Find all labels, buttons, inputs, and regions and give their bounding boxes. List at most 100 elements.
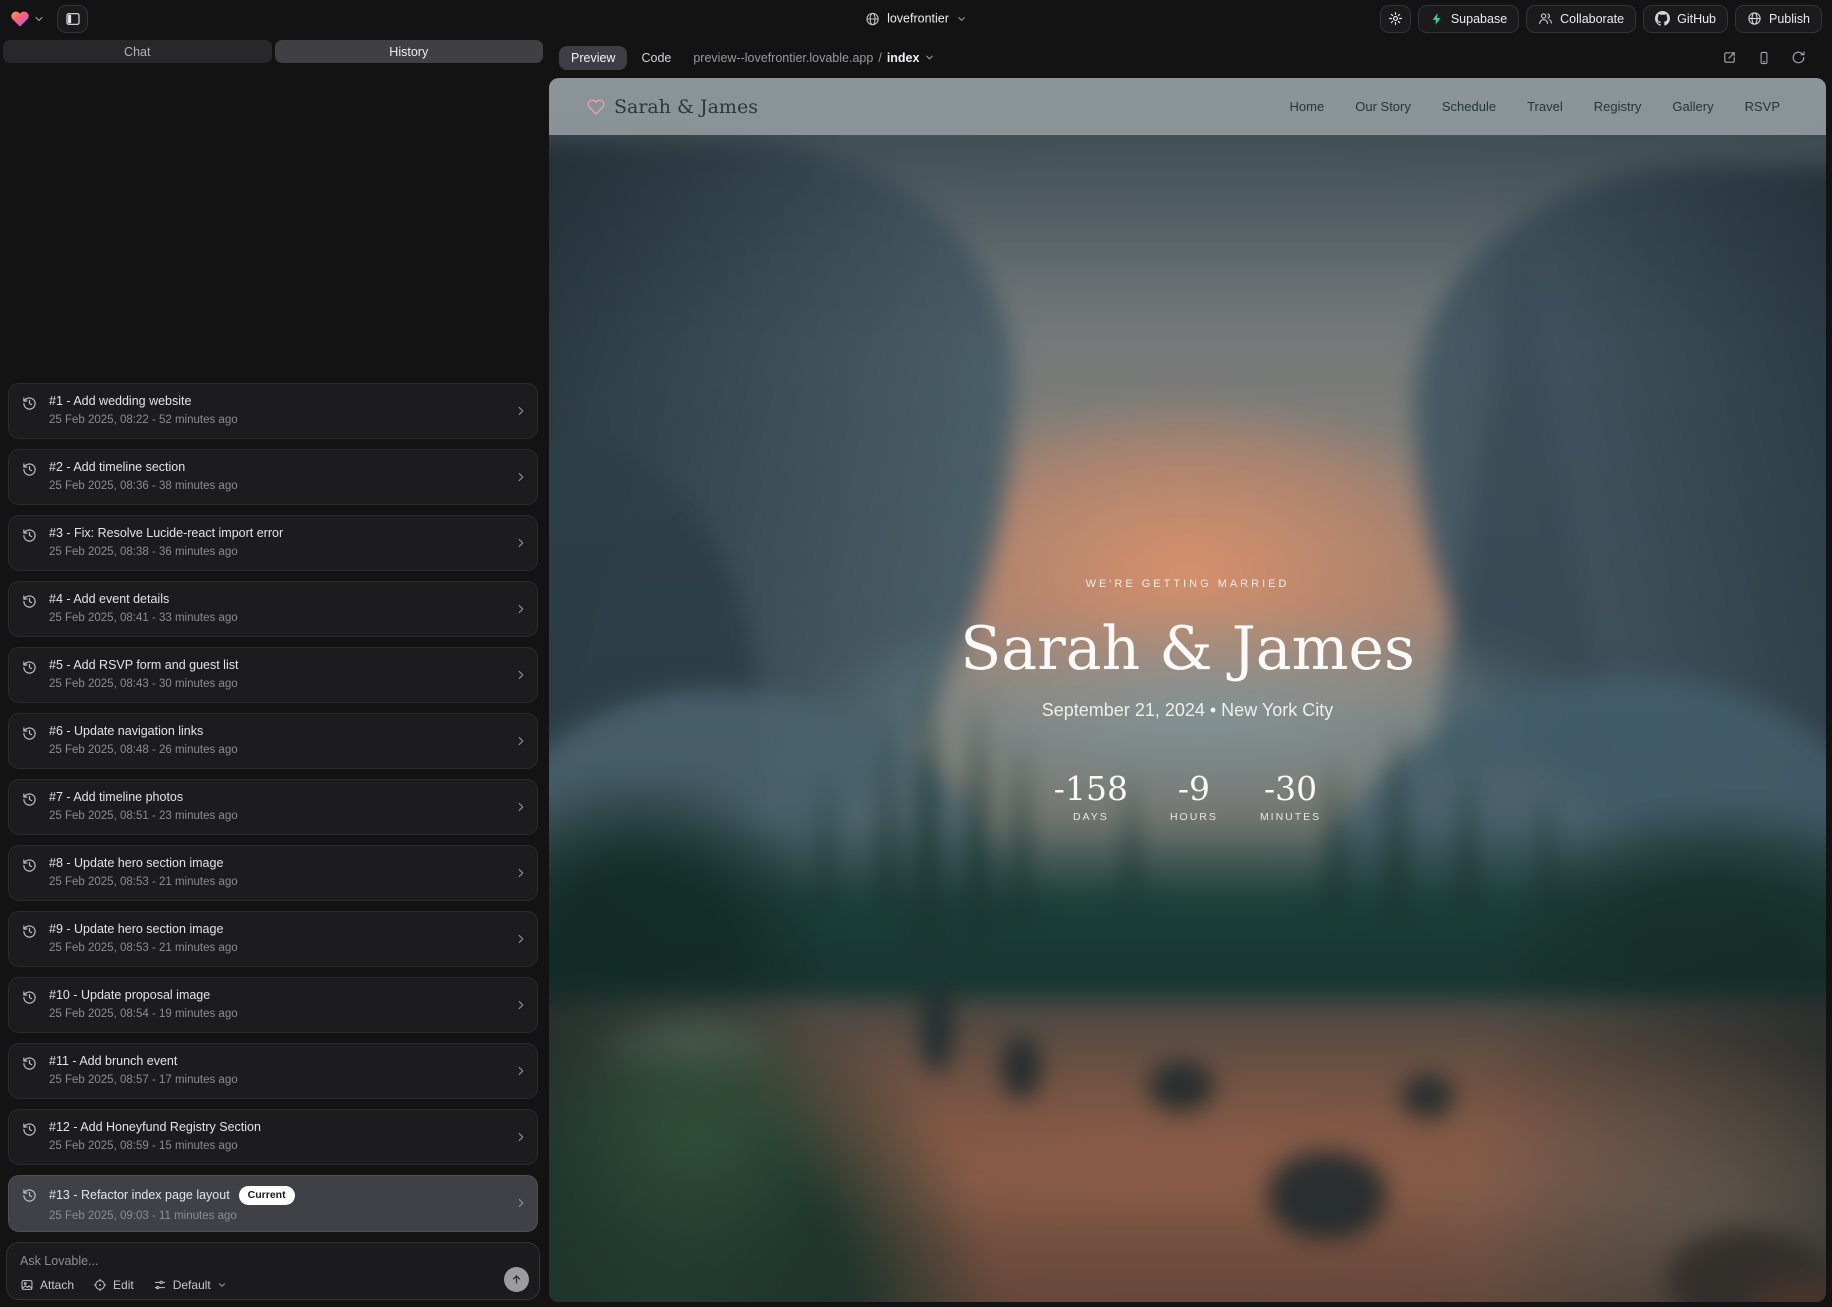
- countdown: -158DAYS -9HOURS -30 MINUTES: [1054, 769, 1321, 823]
- site-brand-name: Sarah & James: [614, 96, 758, 118]
- history-item[interactable]: #4 - Add event details 25 Feb 2025, 08:41…: [8, 581, 538, 637]
- external-link-icon: [1722, 50, 1737, 65]
- chevron-right-icon: [514, 866, 528, 880]
- history-item-title: #8 - Update hero section image: [49, 856, 223, 872]
- history-item-title: #3 - Fix: Resolve Lucide-react import er…: [49, 526, 283, 542]
- history-item-title: #7 - Add timeline photos: [49, 790, 183, 806]
- attach-button[interactable]: Attach: [20, 1278, 74, 1292]
- site-nav-link-schedule[interactable]: Schedule: [1442, 99, 1496, 114]
- chevron-right-icon: [514, 404, 528, 418]
- tab-history[interactable]: History: [275, 40, 544, 63]
- open-in-new-tab-button[interactable]: [1722, 50, 1737, 65]
- history-item[interactable]: #6 - Update navigation links25 Feb 2025,…: [8, 713, 538, 769]
- history-item[interactable]: #1 - Add wedding website25 Feb 2025, 08:…: [8, 383, 538, 439]
- history-item-timestamp: 25 Feb 2025, 08:48 - 26 minutes ago: [49, 744, 507, 756]
- url-page: index: [887, 51, 920, 65]
- chevron-right-icon: [514, 1064, 528, 1078]
- history-item-title: #12 - Add Honeyfund Registry Section: [49, 1120, 261, 1136]
- mobile-view-button[interactable]: [1757, 51, 1771, 65]
- github-icon: [1655, 11, 1670, 26]
- history-item[interactable]: #11 - Add brunch event25 Feb 2025, 08:57…: [8, 1043, 538, 1099]
- history-icon: [22, 792, 37, 807]
- heart-icon: [587, 98, 605, 116]
- site-brand[interactable]: Sarah & James: [587, 96, 758, 118]
- history-icon: [22, 990, 37, 1005]
- collaborate-button[interactable]: Collaborate: [1526, 5, 1636, 33]
- history-icon: [22, 660, 37, 675]
- site-nav: Home Our Story Schedule Travel Registry Galle…: [1290, 99, 1780, 114]
- site-nav-link-our-story[interactable]: Our Story: [1355, 99, 1411, 114]
- history-item-timestamp: 25 Feb 2025, 08:41 - 33 minutes ago: [49, 612, 507, 624]
- countdown-value: -158: [1054, 769, 1128, 808]
- countdown-label: MINUTES: [1260, 811, 1321, 823]
- site-nav-link-registry[interactable]: Registry: [1594, 99, 1642, 114]
- chevron-right-icon: [514, 1130, 528, 1144]
- tab-code[interactable]: Code: [641, 51, 671, 65]
- history-item[interactable]: #9 - Update hero section image25 Feb 202…: [8, 911, 538, 967]
- lovable-logo-menu[interactable]: [10, 9, 45, 29]
- tab-preview[interactable]: Preview: [559, 46, 627, 70]
- history-item-title: #9 - Update hero section image: [49, 922, 223, 938]
- app-topbar: lovefrontier Supabase Collaborate: [0, 0, 1832, 37]
- sidebar-toggle-button[interactable]: [57, 5, 88, 33]
- history-item[interactable]: #10 - Update proposal image25 Feb 2025, …: [8, 977, 538, 1033]
- settings-button[interactable]: [1380, 5, 1411, 33]
- history-icon: [22, 858, 37, 873]
- site-nav-link-rsvp[interactable]: RSVP: [1745, 99, 1780, 114]
- supabase-button[interactable]: Supabase: [1418, 5, 1519, 33]
- edit-select-button[interactable]: Edit: [93, 1278, 134, 1292]
- preview-url[interactable]: preview--lovefrontier.lovable.app / inde…: [693, 51, 935, 65]
- history-item[interactable]: #2 - Add timeline section 25 Feb 2025, 08…: [8, 449, 538, 505]
- mode-default-dropdown[interactable]: Default: [153, 1278, 227, 1292]
- history-item[interactable]: #5 - Add RSVP form and guest list25 Feb …: [8, 647, 538, 703]
- history-item-title: #13 - Refactor index page layout: [49, 1188, 230, 1204]
- send-button[interactable]: [504, 1267, 529, 1292]
- countdown-cell: -30 MINUTES: [1260, 769, 1321, 823]
- history-item[interactable]: #12 - Add Honeyfund Registry Section 25 F…: [8, 1109, 538, 1165]
- countdown-value: -30: [1260, 769, 1321, 808]
- chevron-right-icon: [514, 536, 528, 550]
- site-nav-link-travel[interactable]: Travel: [1527, 99, 1563, 114]
- history-item-timestamp: 25 Feb 2025, 08:59 - 15 minutes ago: [49, 1140, 507, 1152]
- chevron-right-icon: [514, 734, 528, 748]
- globe-icon: [1747, 11, 1762, 26]
- history-item[interactable]: #7 - Add timeline photos 25 Feb 2025, 08:…: [8, 779, 538, 835]
- history-item-timestamp: 25 Feb 2025, 08:22 - 52 minutes ago: [49, 414, 507, 426]
- history-item-timestamp: 25 Feb 2025, 08:51 - 23 minutes ago: [49, 810, 507, 822]
- tab-chat[interactable]: Chat: [3, 40, 272, 63]
- history-icon: [22, 924, 37, 939]
- prompt-composer: Attach Edit Default: [6, 1242, 540, 1300]
- chevron-right-icon: [514, 1196, 528, 1210]
- countdown-cell: -158DAYS: [1054, 769, 1128, 823]
- history-item-title: #4 - Add event details: [49, 592, 169, 608]
- chevron-right-icon: [514, 998, 528, 1012]
- crosshair-target-icon: [93, 1278, 107, 1292]
- hero-section: WE'RE GETTING MARRIED Sarah & James Sept…: [549, 78, 1826, 1302]
- project-name: lovefrontier: [887, 12, 949, 26]
- countdown-cell: -9HOURS: [1166, 769, 1222, 823]
- history-icon: [22, 462, 37, 477]
- project-switcher[interactable]: lovefrontier: [865, 11, 967, 26]
- chevron-down-icon: [33, 13, 45, 25]
- sliders-icon: [153, 1278, 167, 1292]
- hero-date-location: September 21, 2024 • New York City: [1042, 700, 1333, 721]
- site-nav-link-gallery[interactable]: Gallery: [1672, 99, 1713, 114]
- gear-icon: [1388, 11, 1403, 26]
- publish-button[interactable]: Publish: [1735, 5, 1822, 33]
- url-host: preview--lovefrontier.lovable.app: [693, 51, 873, 65]
- prompt-input[interactable]: [20, 1254, 374, 1268]
- site-nav-link-home[interactable]: Home: [1290, 99, 1325, 114]
- hero-title: Sarah & James: [960, 614, 1415, 684]
- history-item[interactable]: #3 - Fix: Resolve Lucide-react import er…: [8, 515, 538, 571]
- history-item[interactable]: #13 - Refactor index page layoutCurrent2…: [8, 1175, 538, 1232]
- history-icon: [22, 396, 37, 411]
- refresh-button[interactable]: [1791, 50, 1806, 65]
- supabase-bolt-icon: [1430, 12, 1444, 26]
- history-item-title: #2 - Add timeline section: [49, 460, 185, 476]
- history-item[interactable]: #8 - Update hero section image25 Feb 202…: [8, 845, 538, 901]
- chevron-right-icon: [514, 668, 528, 682]
- chevron-down-icon: [956, 13, 967, 24]
- history-item-timestamp: 25 Feb 2025, 08:36 - 38 minutes ago: [49, 480, 507, 492]
- github-button[interactable]: GitHub: [1643, 5, 1728, 33]
- history-item-timestamp: 25 Feb 2025, 08:38 - 36 minutes ago: [49, 546, 507, 558]
